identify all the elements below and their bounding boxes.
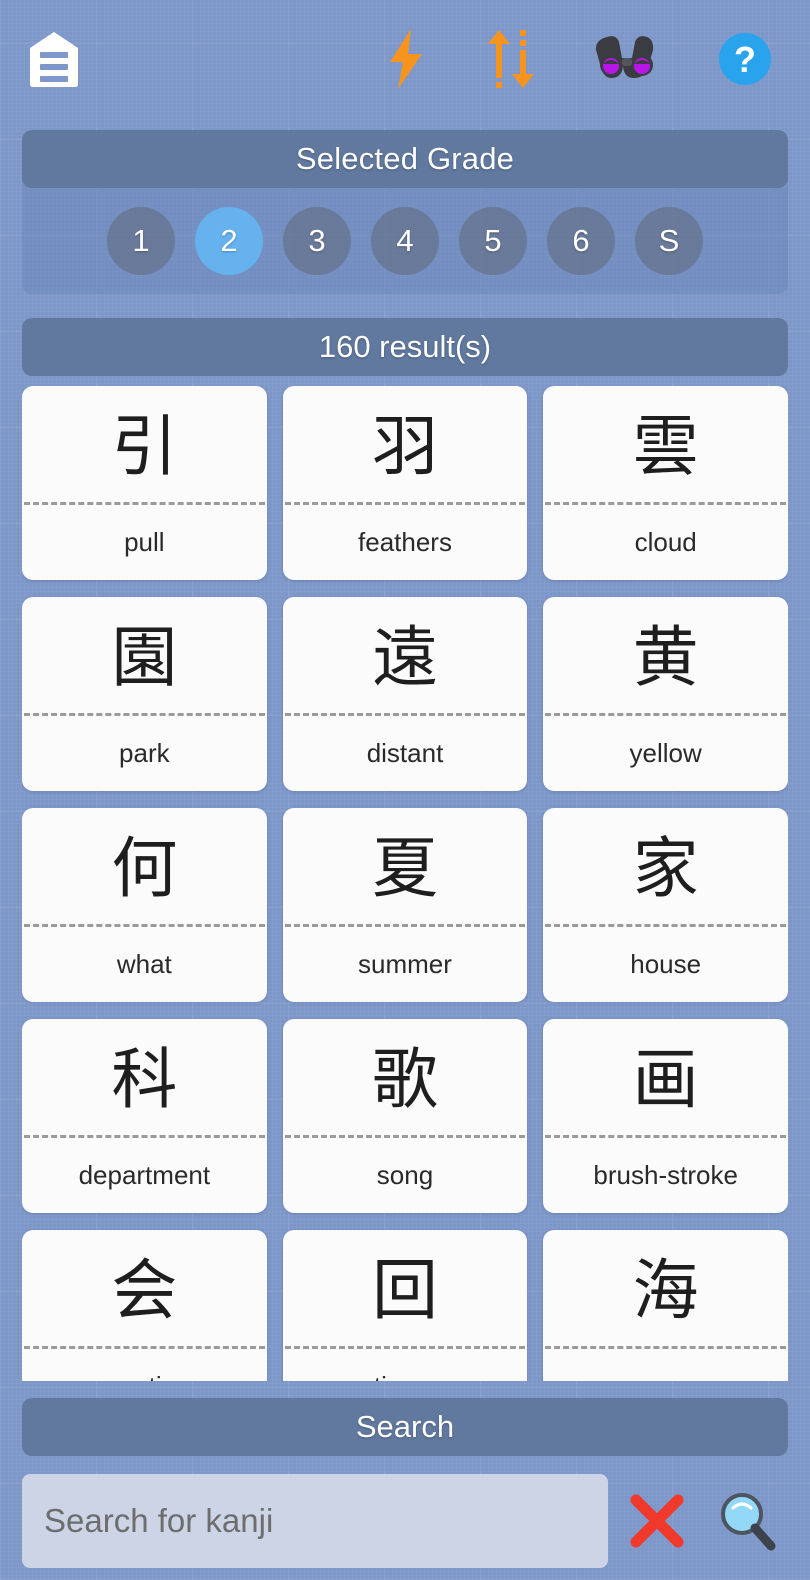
kanji-meaning: pull: [124, 527, 165, 557]
grade-button-2[interactable]: 2: [195, 207, 263, 275]
grade-selector-title: Selected Grade: [22, 130, 788, 188]
kanji-card[interactable]: 夏 summer: [282, 808, 528, 1002]
kanji-meaning: meeting: [22, 1349, 267, 1381]
search-title: Search: [22, 1398, 788, 1456]
kanji-glyph: 何: [111, 830, 178, 907]
search-row: [22, 1474, 788, 1568]
list-document-icon[interactable]: [28, 30, 80, 88]
kanji-meaning: what: [116, 949, 172, 979]
search-section: Search: [0, 1398, 810, 1580]
kanji-meaning: yellow: [629, 738, 702, 768]
clear-search-button[interactable]: [608, 1474, 706, 1568]
kanji-card[interactable]: 園 park: [22, 597, 267, 791]
search-submit-button[interactable]: [706, 1474, 788, 1568]
grade-button-s[interactable]: S: [635, 207, 703, 275]
kanji-card[interactable]: 科 department: [22, 1019, 267, 1213]
search-input[interactable]: [22, 1474, 608, 1568]
kanji-meaning: department: [78, 1160, 211, 1190]
sort-arrows-icon[interactable]: [486, 28, 536, 90]
kanji-glyph: 雲: [632, 408, 699, 485]
kanji-card[interactable]: 雲 cloud: [543, 386, 788, 580]
grade-button-4[interactable]: 4: [371, 207, 439, 275]
results-count-label: 160 result(s): [22, 318, 788, 376]
grade-button-3[interactable]: 3: [283, 207, 351, 275]
lightning-bolt-icon[interactable]: [384, 28, 428, 90]
top-toolbar: ?: [0, 0, 810, 118]
kanji-meaning: park: [119, 738, 170, 768]
binoculars-icon[interactable]: [594, 34, 660, 84]
kanji-meaning: cloud: [634, 527, 697, 557]
sort-arrows-icon-glyph: [488, 30, 534, 88]
kanji-glyph: 羽: [371, 408, 438, 485]
kanji-glyph: 科: [111, 1041, 178, 1118]
grade-button-6[interactable]: 6: [547, 207, 615, 275]
kanji-glyph: 引: [111, 408, 178, 485]
kanji-glyph: 夏: [371, 830, 438, 907]
kanji-card[interactable]: 黄 yellow: [543, 597, 788, 791]
list-document-icon-glyph: [30, 32, 78, 87]
help-question-icon[interactable]: ?: [718, 32, 772, 86]
kanji-meaning: feathers: [358, 527, 452, 557]
kanji-glyph: 歌: [371, 1041, 438, 1118]
kanji-card[interactable]: 羽 feathers: [282, 386, 528, 580]
kanji-card[interactable]: 遠 distant: [282, 597, 528, 791]
kanji-glyph: 園: [111, 619, 178, 696]
kanji-meaning: house: [630, 949, 702, 979]
kanji-meaning: summer: [358, 949, 452, 979]
svg-text:?: ?: [734, 39, 756, 80]
kanji-browser-screen: ? Selected Grade 1 2 3 4 5 6 S 160 resul…: [0, 0, 810, 1580]
kanji-glyph: 会: [111, 1252, 178, 1329]
kanji-meaning: times: [283, 1349, 528, 1381]
kanji-card[interactable]: 歌 song: [282, 1019, 528, 1213]
kanji-meaning: song: [376, 1160, 434, 1190]
grade-button-1[interactable]: 1: [107, 207, 175, 275]
kanji-meaning: sea: [543, 1349, 788, 1381]
grade-button-5[interactable]: 5: [459, 207, 527, 275]
kanji-card[interactable]: 海 sea: [543, 1230, 788, 1381]
help-question-icon-glyph: ?: [719, 33, 771, 85]
kanji-meaning: distant: [366, 738, 444, 768]
kanji-glyph: 黄: [632, 619, 699, 696]
kanji-glyph: 海: [632, 1252, 699, 1329]
kanji-card[interactable]: 引 pull: [22, 386, 267, 580]
toolbar-actions: ?: [384, 28, 782, 90]
kanji-card[interactable]: 回 times: [282, 1230, 528, 1381]
kanji-meaning: brush-stroke: [593, 1160, 738, 1190]
kanji-card[interactable]: 画 brush-stroke: [543, 1019, 788, 1213]
red-x-icon: [630, 1494, 684, 1548]
grade-button-row: 1 2 3 4 5 6 S: [22, 188, 788, 294]
kanji-glyph: 家: [632, 830, 699, 907]
kanji-card-grid[interactable]: 引 pull 羽 feathers 雲 cloud 園 park 遠 dista…: [22, 386, 788, 1381]
kanji-card[interactable]: 何 what: [22, 808, 267, 1002]
magnifier-icon: [721, 1493, 776, 1551]
results-section: 160 result(s) 引 pull 羽 feathers 雲 cloud …: [0, 318, 810, 1381]
kanji-glyph: 遠: [371, 619, 438, 696]
binoculars-icon-glyph: [595, 36, 654, 78]
lightning-bolt-icon-glyph: [390, 29, 422, 89]
kanji-card[interactable]: 会 meeting: [22, 1230, 267, 1381]
kanji-glyph: 回: [371, 1252, 438, 1329]
kanji-glyph: 画: [632, 1041, 699, 1118]
kanji-card[interactable]: 家 house: [543, 808, 788, 1002]
grade-selector-panel: Selected Grade 1 2 3 4 5 6 S: [22, 130, 788, 294]
